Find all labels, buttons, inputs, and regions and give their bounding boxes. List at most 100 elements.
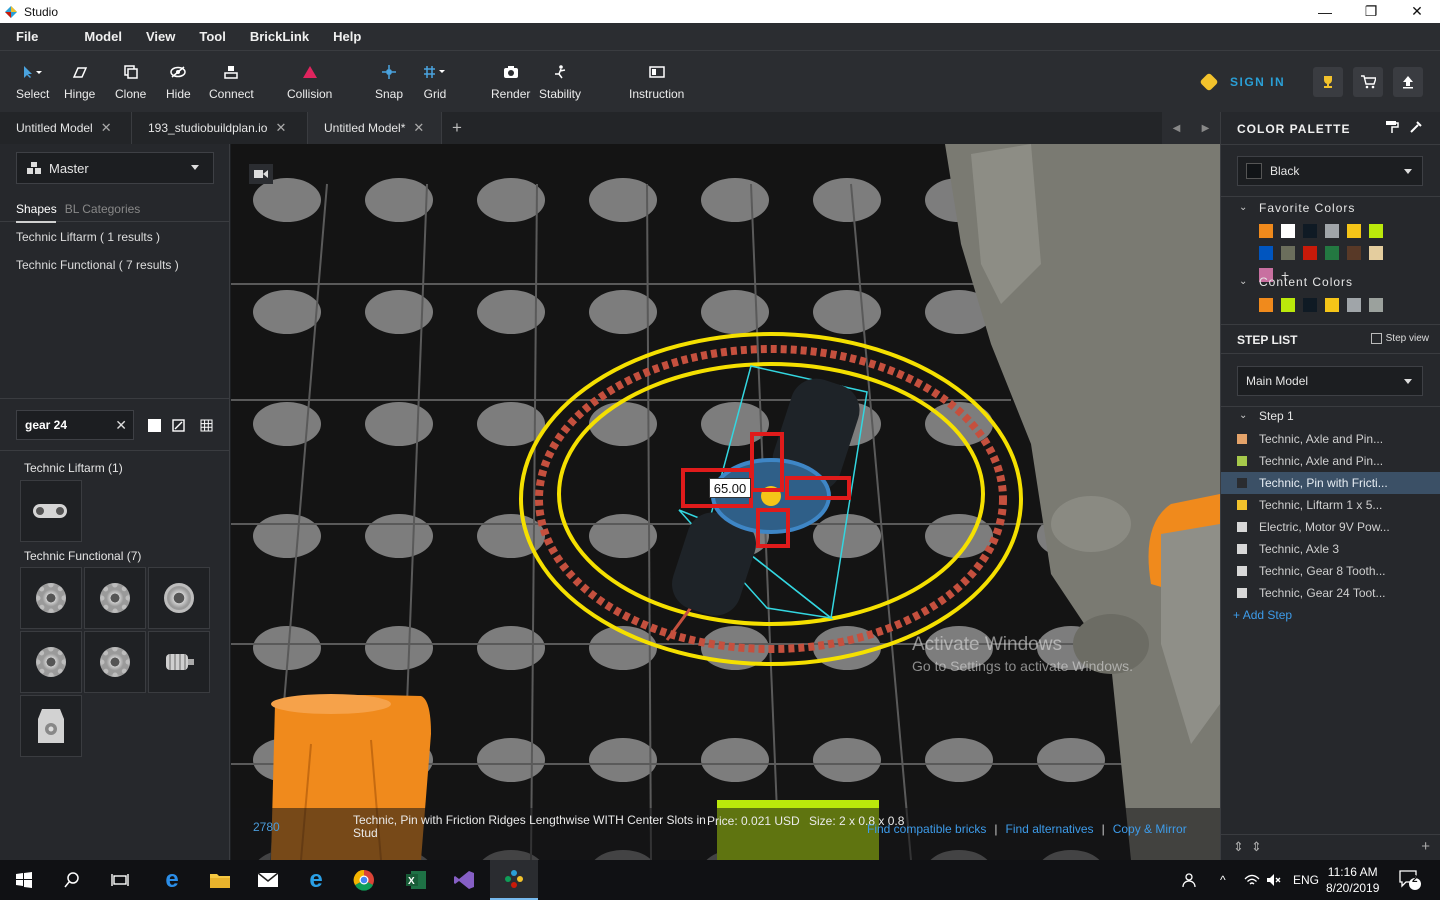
start-button[interactable] — [0, 860, 48, 900]
part-thumb-gear-5[interactable] — [84, 631, 146, 693]
mail-button[interactable] — [244, 860, 292, 900]
stability-tool-button[interactable]: Stability — [539, 63, 581, 101]
studio-taskbar-button[interactable] — [490, 860, 538, 900]
tab-scroll-left-icon[interactable]: ◀ — [1173, 123, 1181, 134]
scene-canvas[interactable] — [231, 144, 1220, 860]
sign-in-button[interactable]: SIGN IN — [1199, 72, 1285, 92]
step-item[interactable]: Electric, Motor 9V Pow... — [1221, 516, 1440, 538]
color-swatch[interactable] — [1369, 224, 1383, 238]
step-item[interactable]: Technic, Liftarm 1 x 5... — [1221, 494, 1440, 516]
clone-tool-button[interactable]: Clone — [115, 63, 146, 101]
cart-button[interactable] — [1353, 67, 1383, 97]
menu-bricklink[interactable]: BrickLink — [250, 29, 309, 44]
view-grid-button[interactable] — [199, 418, 213, 432]
hide-tool-button[interactable]: Hide — [166, 63, 191, 101]
clear-search-icon[interactable]: ✕ — [115, 417, 127, 434]
ie-button[interactable]: e — [292, 860, 340, 900]
color-swatch[interactable] — [1325, 246, 1339, 260]
edge-button[interactable]: e — [148, 860, 196, 900]
close-tab-icon[interactable]: ✕ — [101, 120, 112, 136]
step-item[interactable]: Technic, Gear 8 Tooth... — [1221, 560, 1440, 582]
color-swatch[interactable] — [1347, 246, 1361, 260]
color-swatch[interactable] — [1347, 224, 1361, 238]
color-swatch[interactable] — [1325, 224, 1339, 238]
step-item[interactable]: Technic, Gear 24 Toot... — [1221, 582, 1440, 604]
part-search-input[interactable]: gear 24 ✕ — [16, 410, 134, 440]
part-thumb-gear-3[interactable] — [148, 567, 210, 629]
model-dropdown[interactable]: Main Model — [1237, 366, 1423, 396]
chevron-down-icon[interactable]: ⌄ — [1239, 202, 1247, 213]
excel-button[interactable]: X — [392, 860, 440, 900]
expand-all-icon[interactable]: ⇕ — [1251, 839, 1262, 855]
add-step-button[interactable]: + Add Step — [1233, 608, 1292, 622]
clock[interactable]: 11:16 AM 8/20/2019 — [1326, 864, 1379, 896]
color-swatch[interactable] — [1259, 224, 1273, 238]
color-swatch[interactable] — [1303, 224, 1317, 238]
close-window-button[interactable]: ✕ — [1394, 0, 1440, 23]
find-compatible-link[interactable]: Find compatible bricks — [867, 822, 986, 836]
color-swatch[interactable] — [1281, 298, 1295, 312]
color-swatch[interactable] — [1303, 246, 1317, 260]
tab-bl-categories[interactable]: BL Categories — [65, 202, 141, 216]
color-swatch[interactable] — [1369, 298, 1383, 312]
chevron-down-icon[interactable]: ⌄ — [1239, 410, 1247, 421]
color-swatch[interactable] — [1369, 246, 1383, 260]
grid-tool-button[interactable]: Grid — [423, 63, 447, 101]
copy-mirror-link[interactable]: Copy & Mirror — [1113, 822, 1187, 836]
find-alternatives-link[interactable]: Find alternatives — [1006, 822, 1094, 836]
file-explorer-button[interactable] — [196, 860, 244, 900]
part-thumb-gearbox[interactable] — [20, 695, 82, 757]
step-item[interactable]: Technic, Axle and Pin... — [1221, 428, 1440, 450]
color-swatch[interactable] — [1259, 246, 1273, 260]
result-functional[interactable]: Technic Functional ( 7 results ) — [16, 258, 179, 272]
instruction-tool-button[interactable]: Instruction — [629, 63, 684, 101]
visual-studio-button[interactable] — [440, 860, 488, 900]
view-single-button[interactable] — [147, 418, 161, 432]
show-hidden-icons-icon[interactable]: ^ — [1220, 860, 1226, 900]
close-tab-icon[interactable]: ✕ — [413, 120, 424, 136]
menu-view[interactable]: View — [146, 29, 175, 44]
new-tab-icon[interactable]: + — [452, 118, 462, 138]
camera-view-button[interactable] — [249, 164, 273, 184]
palette-dropdown[interactable]: Master — [16, 152, 214, 184]
color-dropdown[interactable]: Black — [1237, 156, 1423, 186]
select-tool-button[interactable]: Select — [16, 63, 49, 101]
angle-input[interactable]: 65.00 — [709, 478, 751, 498]
snap-tool-button[interactable]: Snap — [375, 63, 403, 101]
trophy-button[interactable] — [1313, 67, 1343, 97]
tab-untitled-model[interactable]: Untitled Model ✕ — [0, 112, 132, 144]
color-swatch[interactable] — [1325, 298, 1339, 312]
chevron-down-icon[interactable]: ⌄ — [1239, 276, 1247, 287]
color-swatch[interactable] — [1281, 246, 1295, 260]
close-tab-icon[interactable]: ✕ — [275, 120, 286, 136]
hinge-tool-button[interactable]: Hinge — [64, 63, 95, 101]
menu-file[interactable]: File — [16, 29, 38, 44]
tab-untitled-model-active[interactable]: Untitled Model* ✕ — [308, 112, 442, 144]
collapse-all-icon[interactable]: ⇕ — [1233, 839, 1244, 855]
chrome-button[interactable] — [340, 860, 388, 900]
result-liftarm[interactable]: Technic Liftarm ( 1 results ) — [16, 230, 160, 244]
menu-model[interactable]: Model — [84, 29, 122, 44]
render-tool-button[interactable]: Render — [491, 63, 530, 101]
menu-help[interactable]: Help — [333, 29, 361, 44]
menu-tool[interactable]: Tool — [199, 29, 225, 44]
part-thumb-gear-4[interactable] — [20, 631, 82, 693]
connect-tool-button[interactable]: Connect — [209, 63, 254, 101]
tab-studiobuildplan[interactable]: 193_studiobuildplan.io ✕ — [132, 112, 308, 144]
language-indicator[interactable]: ENG — [1293, 860, 1319, 900]
eyedropper-icon[interactable] — [1409, 120, 1423, 134]
tab-scroll-right-icon[interactable]: ▶ — [1202, 123, 1210, 134]
paint-roller-icon[interactable] — [1385, 120, 1399, 134]
part-thumb-gear-2[interactable] — [84, 567, 146, 629]
maximize-button[interactable]: ❐ — [1348, 0, 1394, 23]
step-item[interactable]: Technic, Pin with Fricti... — [1221, 472, 1440, 494]
color-swatch[interactable] — [1281, 224, 1295, 238]
add-icon[interactable]: + — [1421, 838, 1430, 855]
notifications-icon[interactable]: 2 — [1398, 860, 1422, 900]
collision-tool-button[interactable]: Collision — [287, 63, 332, 101]
step-1-label[interactable]: Step 1 — [1259, 409, 1294, 423]
color-swatch[interactable] — [1259, 298, 1273, 312]
volume-icon[interactable] — [1266, 860, 1282, 900]
part-thumb-liftarm[interactable] — [20, 480, 82, 542]
upload-button[interactable] — [1393, 67, 1423, 97]
